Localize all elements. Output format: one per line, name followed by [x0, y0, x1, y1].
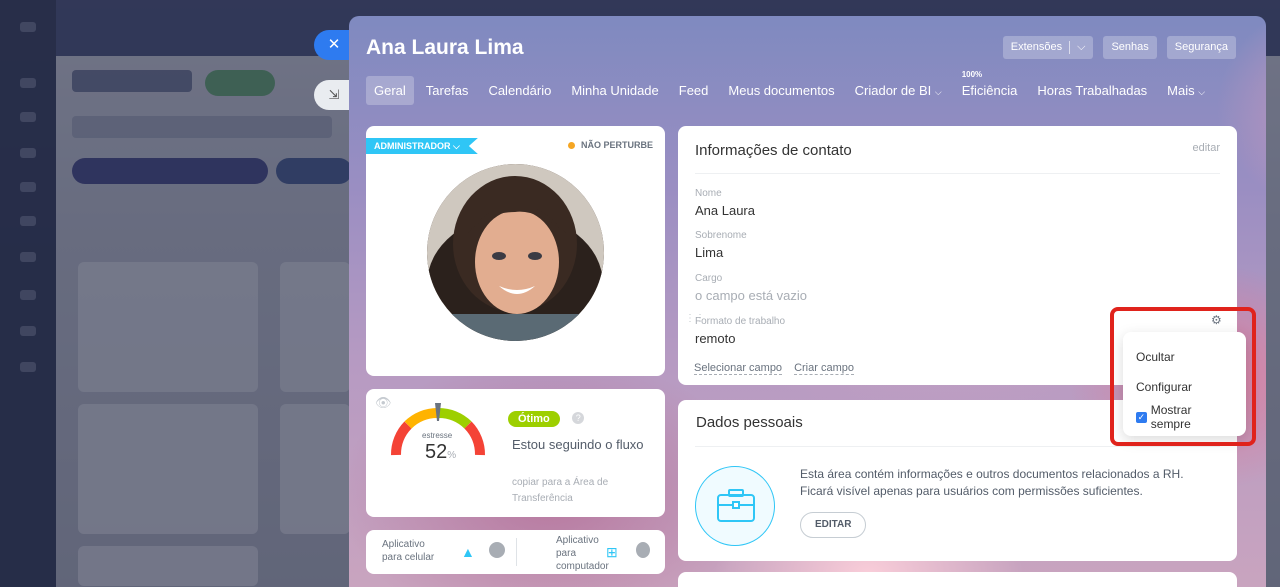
field-formato-de-trabalho: Formato de trabalho remoto — [695, 316, 785, 346]
chevron-down-icon: ⌵ — [1077, 41, 1086, 53]
tab-label: Eficiência — [961, 83, 1018, 98]
chevron-down-icon: ⌵ — [934, 87, 942, 97]
apps-card: Aplicativo para celular ▲ Aplicativo par… — [366, 530, 665, 574]
description-line: Esta área contém informações e outros do… — [800, 467, 1184, 481]
divider — [695, 173, 1220, 174]
tab-eficiencia[interactable]: 100% Eficiência — [954, 70, 1026, 105]
tab-tarefas[interactable]: Tarefas — [418, 76, 477, 105]
stress-status: Ótimo ? — [508, 409, 585, 427]
security-button[interactable]: Segurança — [1166, 36, 1236, 59]
tab-minha-unidade[interactable]: Minha Unidade — [563, 76, 666, 105]
briefcase-graphic — [717, 489, 755, 522]
passwords-button[interactable]: Senhas — [1103, 36, 1157, 59]
tab-criador-de-bi[interactable]: Criador de BI ⌵ — [847, 76, 950, 105]
stress-card: 👁 estresse 52% Ótimo ? Estou seguindo o … — [366, 389, 665, 517]
edit-contact-link[interactable]: editar — [1192, 142, 1220, 154]
windows-icon[interactable]: ⊞ — [606, 544, 618, 561]
stress-number: 52 — [425, 441, 448, 463]
minimize-slider-button[interactable]: ⇲ — [314, 80, 350, 110]
close-slider-button[interactable]: ✕ — [314, 30, 350, 60]
divider — [1069, 41, 1071, 54]
copy-to-clipboard-link[interactable]: copiar para a Área de Transferência — [512, 475, 642, 507]
briefcase-icon — [695, 466, 775, 546]
profile-card: ADMINISTRADOR ⌵ NÃO PERTURBE — [366, 126, 665, 376]
close-icon: ✕ — [327, 36, 341, 53]
field-label: Sobrenome — [695, 230, 747, 241]
status-dot — [567, 141, 575, 149]
apple-icon[interactable] — [636, 542, 650, 558]
field-cargo: Cargo o campo está vazio — [695, 273, 807, 303]
tab-bar: Geral Tarefas Calendário Minha Unidade F… — [366, 70, 1217, 105]
contact-info-title: Informações de contato — [695, 142, 852, 159]
stress-unit: % — [447, 450, 457, 461]
chevron-down-icon: ⌵ — [1198, 87, 1206, 97]
role-label: ADMINISTRADOR — [374, 141, 451, 151]
tab-geral[interactable]: Geral — [366, 76, 414, 105]
minimize-icon: ⇲ — [328, 87, 340, 102]
efficiency-badge: 100% — [961, 70, 983, 79]
tab-horas-trabalhadas[interactable]: Horas Trabalhadas — [1029, 76, 1155, 105]
status-label: NÃO PERTURBE — [580, 140, 653, 150]
status-indicator[interactable]: NÃO PERTURBE — [567, 140, 653, 150]
field-value: Lima — [695, 245, 724, 260]
personal-data-description: Esta área contém informações e outros do… — [800, 466, 1220, 500]
select-field-link[interactable]: Selecionar campo — [694, 362, 783, 375]
personal-data-title: Dados pessoais — [696, 414, 803, 431]
page-title: Ana Laura Lima — [366, 36, 524, 59]
field-value: remoto — [695, 331, 736, 346]
tab-calendario[interactable]: Calendário — [480, 76, 559, 105]
description-line: Ficará visível apenas para usuários com … — [800, 484, 1143, 498]
divider — [516, 538, 517, 566]
stress-label: estresse — [422, 431, 453, 440]
edit-personal-data-button[interactable]: EDITAR — [800, 512, 867, 538]
divider — [695, 446, 1220, 447]
field-sobrenome: Sobrenome Lima — [695, 230, 747, 260]
tab-label: Criador de BI — [854, 83, 932, 98]
next-card — [678, 572, 1237, 587]
field-nome: Nome Ana Laura — [695, 188, 755, 218]
extensions-label: Extensões — [1010, 41, 1063, 53]
android-icon[interactable]: ▲ — [461, 544, 475, 560]
avatar-photo — [427, 164, 604, 341]
field-label: Formato de trabalho — [695, 316, 786, 327]
tab-mais[interactable]: Mais ⌵ — [1159, 76, 1213, 105]
field-value: Ana Laura — [695, 203, 755, 218]
stress-text: Estou seguindo o fluxo — [512, 437, 644, 452]
extensions-button[interactable]: Extensões ⌵ — [1002, 36, 1094, 59]
profile-slider: Ana Laura Lima Extensões ⌵ Senhas Segura… — [349, 16, 1266, 587]
highlight-box — [1110, 307, 1256, 446]
role-badge[interactable]: ADMINISTRADOR ⌵ — [366, 138, 478, 154]
field-links: Selecionar campo Criar campo — [694, 362, 854, 375]
field-value: o campo está vazio — [695, 288, 808, 303]
field-label: Nome — [695, 188, 722, 199]
tab-meus-documentos[interactable]: Meus documentos — [720, 76, 842, 105]
help-icon[interactable]: ? — [572, 411, 585, 424]
create-field-link[interactable]: Criar campo — [794, 362, 854, 375]
mobile-app-label: Aplicativo para celular — [382, 539, 435, 563]
stress-badge: Ótimo — [508, 411, 560, 427]
tab-label: Mais — [1167, 83, 1195, 98]
apple-store-icon[interactable] — [489, 542, 505, 558]
stress-value: 52% — [425, 441, 456, 464]
chevron-down-icon: ⌵ — [453, 141, 460, 151]
avatar[interactable] — [427, 164, 604, 341]
field-label: Cargo — [695, 273, 723, 284]
tab-feed[interactable]: Feed — [671, 76, 717, 105]
header-buttons: Extensões ⌵ Senhas Segurança — [1002, 36, 1236, 59]
